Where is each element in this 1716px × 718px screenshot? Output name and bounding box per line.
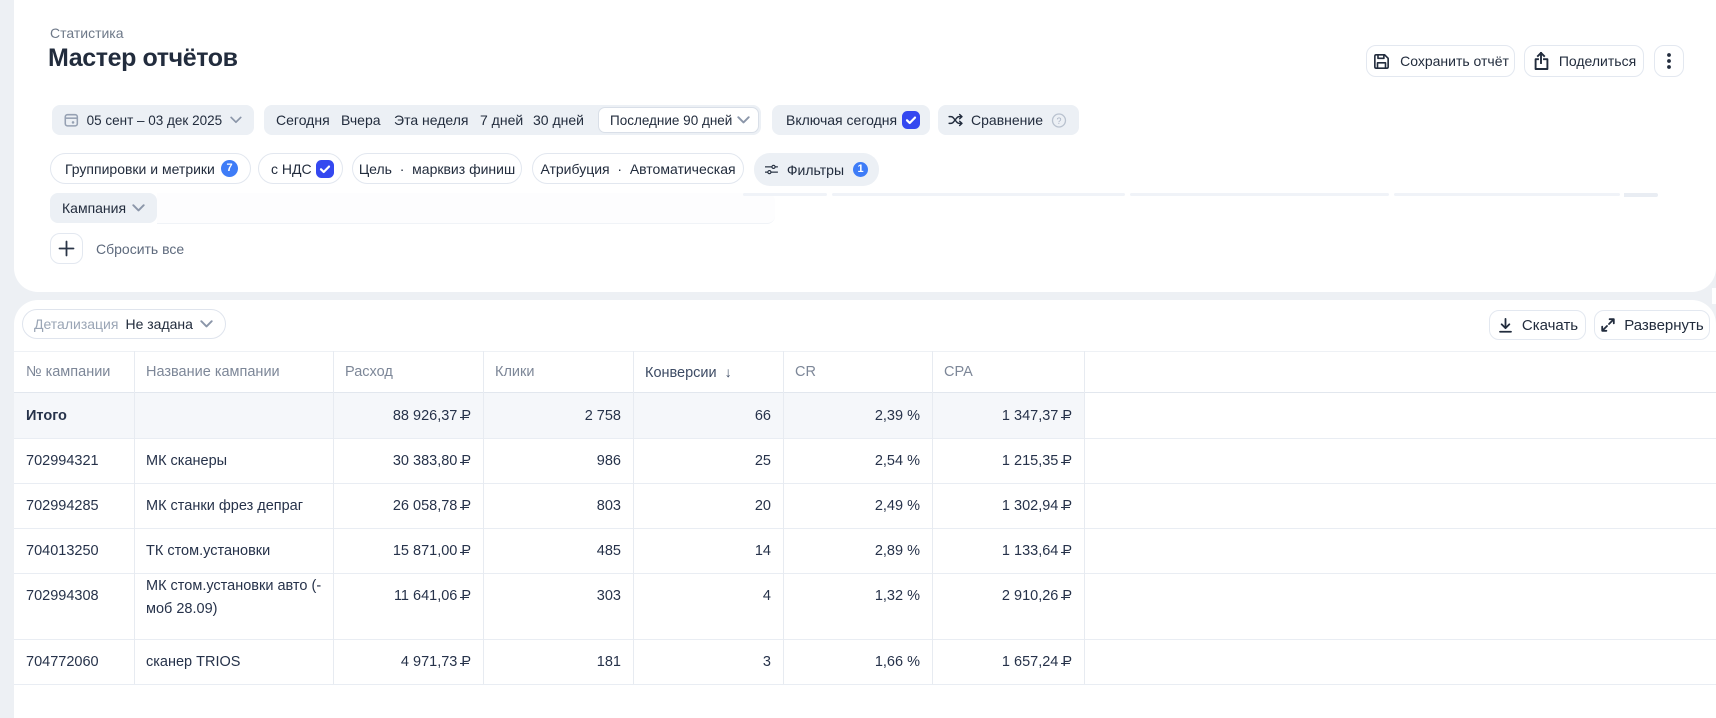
svg-text:?: ?: [1057, 115, 1062, 125]
